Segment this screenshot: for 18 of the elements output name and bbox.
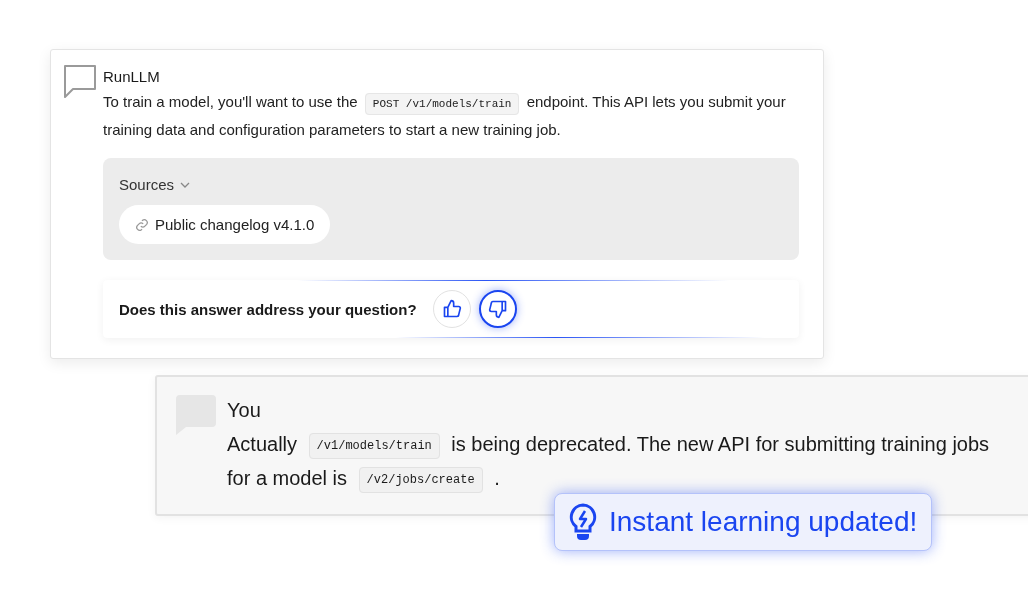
thumbs-down-icon	[487, 299, 508, 319]
author-name: RunLLM	[103, 68, 161, 85]
author-name: You	[227, 399, 262, 422]
thumbs-down-button[interactable]	[478, 290, 517, 328]
toast-message: Instant learning updated!	[609, 506, 918, 538]
source-link[interactable]: Public changelog v4.1.0	[119, 205, 331, 244]
feedback-question: Does this answer address your question?	[119, 300, 417, 318]
chat-bubble-icon	[63, 64, 97, 98]
thumbs-up-icon	[441, 299, 462, 319]
chevron-down-icon	[180, 181, 191, 188]
message-text: To train a model, you'll want to use the POST /v1/models/train endpoint. This API lets you submit your training data and configuration parameters to start a new training job.	[103, 92, 787, 140]
code-snippet: /v2/jobs/create	[358, 467, 483, 493]
code-snippet: /v1/models/train	[308, 433, 440, 459]
link-icon	[135, 217, 149, 232]
sources-toggle[interactable]: Sources	[119, 176, 191, 193]
thumbs-up-button[interactable]	[432, 290, 471, 328]
code-snippet: POST /v1/models/train	[364, 93, 520, 115]
lightbulb-icon	[569, 503, 597, 541]
